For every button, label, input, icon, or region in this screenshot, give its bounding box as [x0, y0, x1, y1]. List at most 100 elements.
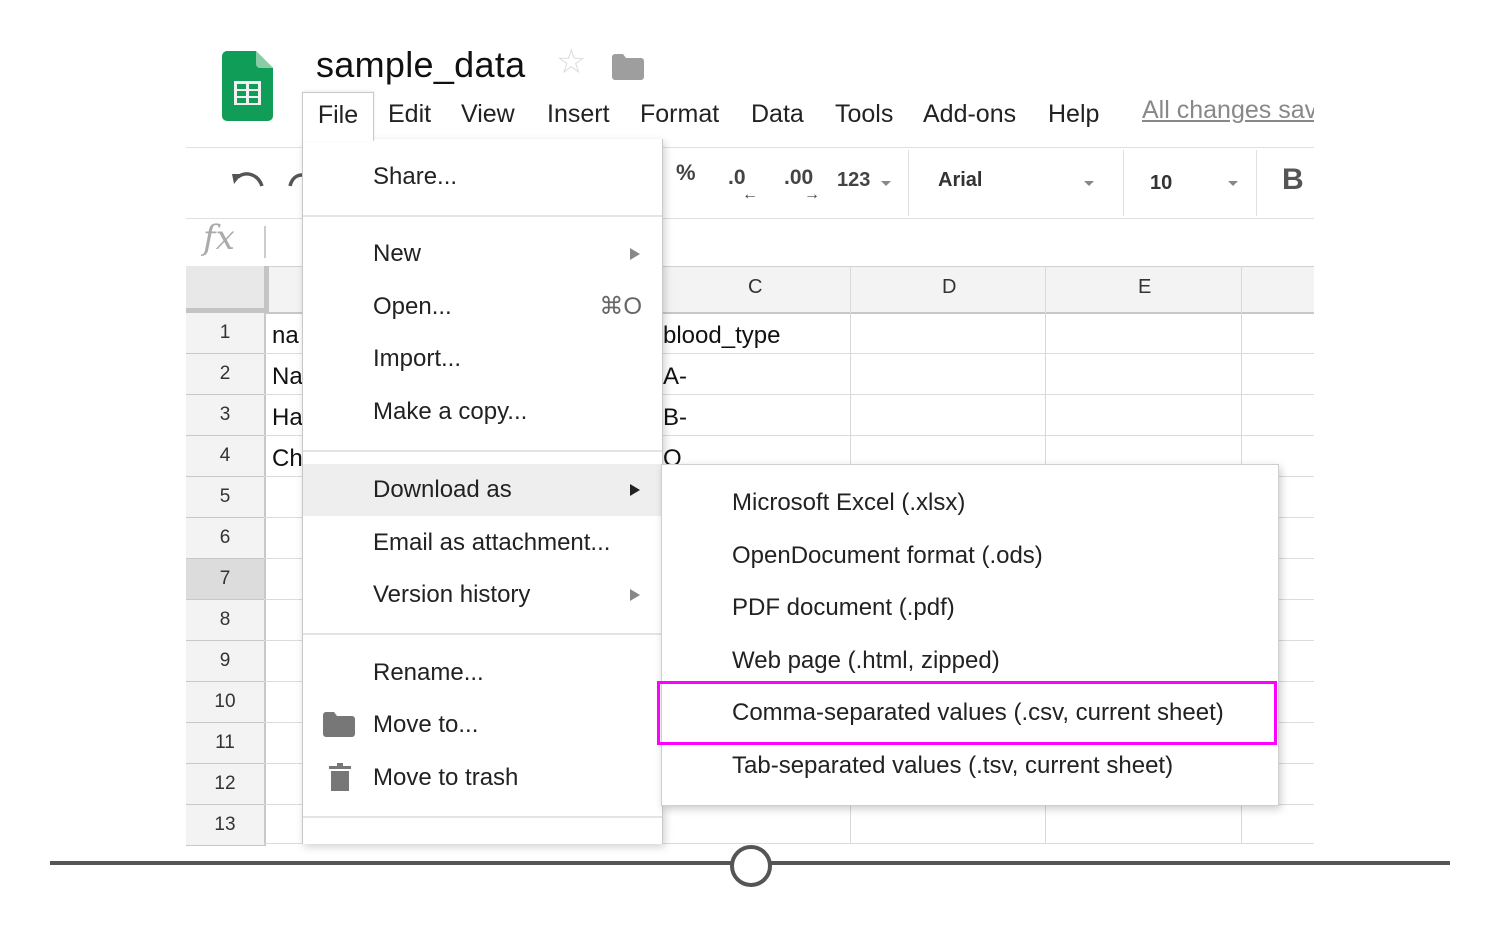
- download-pdf-item[interactable]: PDF document (.pdf): [662, 582, 1278, 634]
- cell-c3[interactable]: B-: [663, 404, 687, 432]
- download-ods-item[interactable]: OpenDocument format (.ods): [662, 530, 1278, 582]
- row-header[interactable]: 4: [186, 436, 266, 477]
- menu-item-label: Share...: [373, 163, 458, 190]
- menu-item-import[interactable]: Import...: [303, 333, 662, 385]
- menu-item-label: OpenDocument format (.ods): [732, 542, 1043, 569]
- document-title[interactable]: sample_data: [316, 44, 525, 86]
- redo-icon[interactable]: [288, 170, 302, 190]
- download-xlsx-item[interactable]: Microsoft Excel (.xlsx): [662, 477, 1278, 529]
- row-header[interactable]: 3: [186, 395, 266, 436]
- menu-item-move-to-trash[interactable]: Move to trash: [303, 752, 662, 804]
- menu-item-label: Microsoft Excel (.xlsx): [732, 489, 966, 516]
- more-formats-button[interactable]: 123: [837, 169, 870, 192]
- fx-icon: fx: [203, 218, 235, 258]
- cell-a3[interactable]: Ha: [272, 404, 303, 432]
- menu-item-label: Rename...: [373, 659, 484, 686]
- sheets-logo-icon[interactable]: [222, 51, 273, 121]
- menu-separator: [303, 215, 662, 217]
- download-html-item[interactable]: Web page (.html, zipped): [662, 635, 1278, 687]
- increase-decimal-arrow-icon: →: [804, 186, 820, 203]
- menu-format[interactable]: Format: [640, 92, 719, 140]
- menu-item-label: Tab-separated values (.tsv, current shee…: [732, 752, 1174, 779]
- undo-icon[interactable]: [230, 170, 264, 192]
- bold-button[interactable]: B: [1282, 163, 1304, 197]
- menu-item-label: Version history: [373, 581, 531, 608]
- toolbar-separator: [1256, 150, 1257, 216]
- menu-item-label: Web page (.html, zipped): [732, 647, 1000, 674]
- menu-tools[interactable]: Tools: [835, 92, 893, 140]
- row-header[interactable]: 6: [186, 518, 266, 559]
- toolbar-separator: [1123, 150, 1124, 216]
- menu-insert[interactable]: Insert: [547, 92, 610, 140]
- shortcut-label: ⌘O: [599, 293, 642, 320]
- cell-a4[interactable]: Ch: [272, 445, 303, 473]
- menu-item-label: Move to trash: [373, 764, 519, 791]
- row-header[interactable]: 2: [186, 354, 266, 395]
- download-as-submenu: Microsoft Excel (.xlsx) OpenDocument for…: [661, 464, 1279, 806]
- menu-separator: [303, 816, 662, 818]
- decrease-decimal-arrow-icon: ←: [742, 186, 758, 203]
- download-tsv-item[interactable]: Tab-separated values (.tsv, current shee…: [662, 740, 1278, 792]
- menu-item-label: Import...: [373, 345, 462, 372]
- column-header-e[interactable]: E: [1138, 276, 1151, 299]
- menu-separator: [303, 450, 662, 452]
- menu-item-share[interactable]: Share...: [303, 151, 662, 203]
- menu-item-label: Make a copy...: [373, 398, 528, 425]
- font-size-select[interactable]: 10: [1150, 172, 1172, 195]
- menu-item-move-to[interactable]: Move to...: [303, 699, 662, 751]
- menu-view[interactable]: View: [461, 92, 515, 140]
- formula-bar-separator: [264, 226, 266, 258]
- menu-item-label: Download as: [373, 476, 512, 503]
- cell-c1[interactable]: blood_type: [663, 322, 780, 350]
- cell-a2[interactable]: Na: [272, 363, 303, 391]
- cell-c2[interactable]: A-: [663, 363, 687, 391]
- toolbar-separator: [908, 150, 909, 216]
- menu-item-download-as[interactable]: Download as: [303, 464, 662, 516]
- select-all-corner[interactable]: [186, 266, 269, 313]
- menu-item-label: New: [373, 240, 422, 267]
- menu-item-label: Email as attachment...: [373, 529, 611, 556]
- submenu-arrow-icon: [630, 484, 640, 496]
- row-header-selected[interactable]: 7: [186, 559, 266, 600]
- menu-help[interactable]: Help: [1048, 92, 1099, 140]
- row-header[interactable]: 5: [186, 477, 266, 518]
- menu-separator: [303, 633, 662, 635]
- trash-icon: [329, 763, 351, 791]
- row-header[interactable]: 9: [186, 641, 266, 682]
- menu-item-label: PDF document (.pdf): [732, 594, 955, 621]
- row-header[interactable]: 11: [186, 723, 266, 764]
- column-header-c[interactable]: C: [748, 276, 762, 299]
- menu-data[interactable]: Data: [751, 92, 804, 140]
- menu-file[interactable]: File: [302, 92, 374, 141]
- menu-edit[interactable]: Edit: [388, 92, 431, 140]
- menu-item-label: Move to...: [373, 711, 479, 738]
- save-status-link[interactable]: All changes saved in Drive: [1142, 96, 1314, 125]
- folder-icon: [323, 712, 355, 737]
- menu-item-version-history[interactable]: Version history: [303, 569, 662, 621]
- row-header[interactable]: 12: [186, 764, 266, 805]
- folder-icon[interactable]: [612, 54, 644, 80]
- row-header[interactable]: 13: [186, 805, 266, 846]
- format-percent-button[interactable]: %: [676, 160, 696, 186]
- menu-addons[interactable]: Add-ons: [923, 92, 1016, 140]
- menu-item-make-copy[interactable]: Make a copy...: [303, 386, 662, 438]
- column-header-d[interactable]: D: [942, 276, 956, 299]
- file-menu: Share... New Open... ⌘O Import... Make a…: [302, 139, 663, 844]
- menu-item-open[interactable]: Open... ⌘O: [303, 281, 662, 333]
- csv-highlight-box: [657, 681, 1277, 745]
- row-header[interactable]: 8: [186, 600, 266, 641]
- row-header[interactable]: 10: [186, 682, 266, 723]
- menu-item-email-attachment[interactable]: Email as attachment...: [303, 517, 662, 569]
- row-header[interactable]: 1: [186, 313, 266, 354]
- font-size-caret-icon: [1228, 181, 1238, 186]
- timeline-handle[interactable]: [730, 845, 772, 887]
- menu-item-rename[interactable]: Rename...: [303, 647, 662, 699]
- more-formats-caret-icon: [881, 181, 891, 186]
- font-family-caret-icon: [1084, 181, 1094, 186]
- menu-item-new[interactable]: New: [303, 228, 662, 280]
- font-family-select[interactable]: Arial: [938, 169, 982, 192]
- submenu-arrow-icon: [630, 589, 640, 601]
- cell-a1[interactable]: na: [272, 322, 299, 350]
- star-icon[interactable]: ☆: [556, 45, 586, 79]
- submenu-arrow-icon: [630, 248, 640, 260]
